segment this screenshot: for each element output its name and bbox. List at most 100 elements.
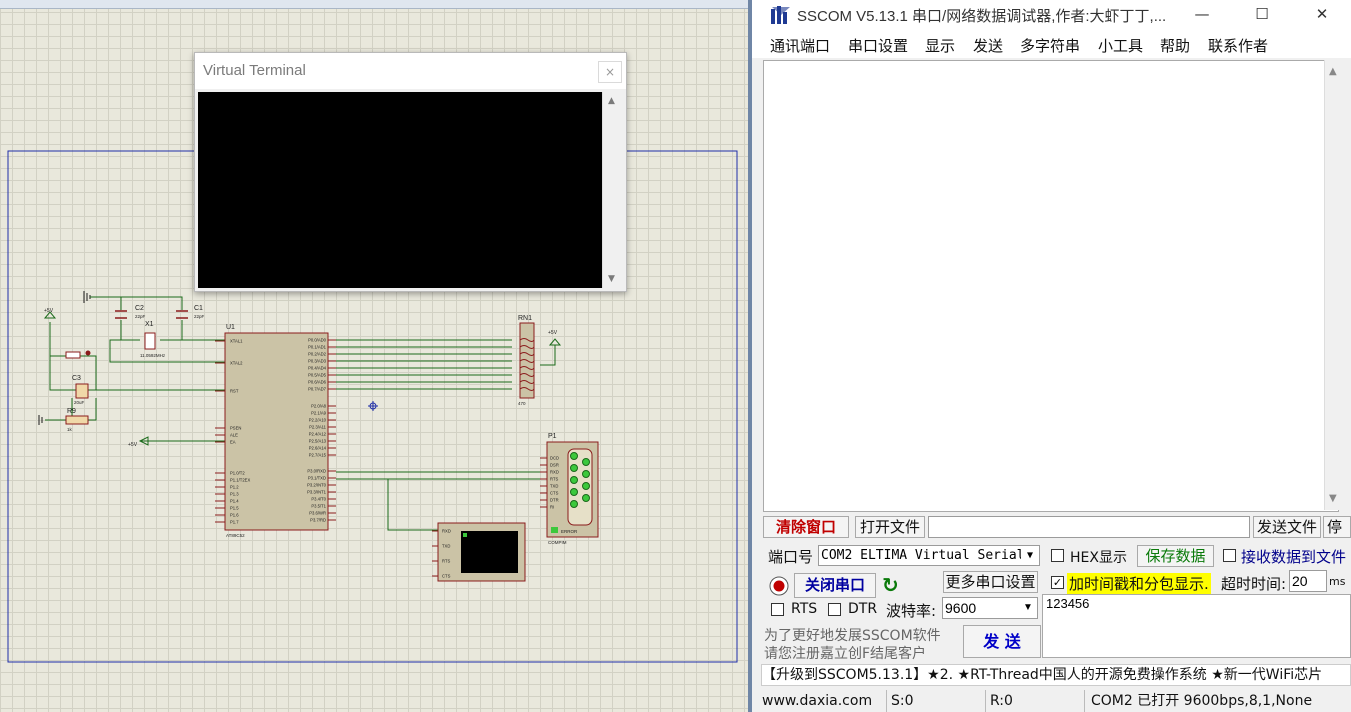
scroll-up-icon[interactable]: ▲ <box>608 96 615 106</box>
send-file-button[interactable]: 发送文件 <box>1253 516 1321 538</box>
timeout-input[interactable]: 20 <box>1289 570 1327 592</box>
u1-pin-label: P3.2/INT0 <box>307 483 327 488</box>
u1-pin-label: P2.7/A15 <box>309 453 327 458</box>
maximize-icon[interactable]: ☐ <box>1246 3 1278 25</box>
scroll-up-icon[interactable]: ▲ <box>1329 66 1337 77</box>
u1-pin-label: RST <box>230 389 239 394</box>
recv-to-file-checkbox[interactable] <box>1223 549 1236 562</box>
menu-item-send[interactable]: 发送 <box>973 35 1003 56</box>
c1-label: C1 <box>194 305 203 312</box>
p1-pin-label: DTR <box>550 498 559 503</box>
chevron-down-icon[interactable]: ▼ <box>1021 546 1039 565</box>
port-label: 端口号 <box>768 548 814 566</box>
save-data-button[interactable]: 保存数据 <box>1137 545 1214 567</box>
r9-value: 1k <box>67 427 73 432</box>
capacitor-c2 <box>115 310 127 319</box>
news-ticker[interactable]: 【升级到SSCOM5.13.1】★2. ★RT-Thread中国人的开源免费操作… <box>761 664 1351 686</box>
stop-button[interactable]: 停 <box>1323 516 1351 538</box>
menu-item-contact[interactable]: 联系作者 <box>1208 35 1268 56</box>
u1-part: AT89C52 <box>226 533 245 538</box>
u1-label: U1 <box>226 324 235 331</box>
sscom-titlebar[interactable]: SSCOM V5.13.1 串口/网络数据调试器,作者:大虾丁丁,... — ☐… <box>752 0 1351 30</box>
close-window-icon[interactable]: ✕ <box>1306 3 1338 25</box>
u1-pin-label: P1.6 <box>230 513 239 518</box>
scroll-down-icon[interactable]: ▼ <box>1329 493 1337 504</box>
menu-item-serial-settings[interactable]: 串口设置 <box>848 35 908 56</box>
scroll-down-icon[interactable]: ▼ <box>608 274 615 284</box>
u1-pin-label: P2.2/A10 <box>309 418 327 423</box>
p1-part: COMPIM <box>548 540 567 545</box>
timestamp-checkbox[interactable]: ✓ <box>1051 576 1064 589</box>
vcc-label-1: +5V <box>44 308 54 314</box>
u1-pin-label: P3.5/T1 <box>311 504 326 509</box>
port-status-icon <box>769 576 789 596</box>
hex-display-checkbox[interactable] <box>1051 549 1064 562</box>
u1-pin-label: P0.4/AD4 <box>308 366 327 371</box>
refresh-icon[interactable]: ↻ <box>882 573 899 597</box>
u1-pin-label: P0.2/AD2 <box>308 352 327 357</box>
origin-marker <box>368 401 378 411</box>
c2-value: 22pF <box>135 314 146 319</box>
x1-value: 11.0592MHz <box>140 353 166 358</box>
status-website[interactable]: www.daxia.com <box>762 690 887 712</box>
sscom-logo-icon <box>771 6 790 24</box>
u1-pin-label: P0.6/AD6 <box>308 380 327 385</box>
send-text-area[interactable]: 123456 <box>1042 594 1351 658</box>
status-port: COM2 已打开 9600bps,8,1,None <box>1091 693 1313 709</box>
u1-pin-label: P2.1/A9 <box>311 411 327 416</box>
close-port-button[interactable]: 关闭串口 <box>794 573 876 598</box>
promo-line-1: 为了更好地发展SSCOM软件 <box>764 628 941 644</box>
menu-item-multi-string[interactable]: 多字符串 <box>1020 35 1080 56</box>
vcc-label-3: +5V <box>128 442 138 448</box>
baud-value: 9600 <box>945 600 977 616</box>
file-path-input[interactable] <box>928 516 1250 538</box>
menu-item-help[interactable]: 帮助 <box>1160 35 1190 56</box>
virtual-terminal-screen[interactable] <box>198 92 602 288</box>
virtual-terminal-scrollbar[interactable]: ▲ ▼ <box>602 92 623 288</box>
ground-symbol-top <box>83 291 91 303</box>
u1-pin-label: P0.0/AD0 <box>308 338 327 343</box>
u1-pin-label: XTAL1 <box>230 339 243 344</box>
u1-pin-label: P1.2 <box>230 485 239 490</box>
p1-pin-label: CTS <box>550 491 559 496</box>
more-settings-button[interactable]: 更多串口设置 <box>943 571 1038 593</box>
menu-item-display[interactable]: 显示 <box>925 35 955 56</box>
u1-pin-label: P0.5/AD5 <box>308 373 327 378</box>
close-icon[interactable]: × <box>598 61 622 83</box>
u1-pin-label: ALE <box>230 433 238 438</box>
rts-label: RTS <box>791 601 818 617</box>
r9-label: R9 <box>67 408 76 415</box>
u1-pin-label: EA <box>230 440 236 445</box>
chevron-down-icon[interactable]: ▼ <box>1019 598 1037 618</box>
u1-pin-label: P1.7 <box>230 520 239 525</box>
port-select[interactable]: COM2 ELTIMA Virtual Serial ▼ <box>818 545 1040 566</box>
dtr-checkbox[interactable] <box>828 603 841 616</box>
x1-label: X1 <box>145 321 154 328</box>
c3-value: 20uF <box>74 400 85 405</box>
rts-checkbox[interactable] <box>771 603 784 616</box>
clear-window-button[interactable]: 清除窗口 <box>763 516 849 538</box>
rn1-label: RN1 <box>518 315 532 322</box>
virtual-terminal-titlebar[interactable]: Virtual Terminal × <box>195 53 626 89</box>
send-button[interactable]: 发 送 <box>963 625 1041 658</box>
p1-pin-label: DCD <box>550 456 559 461</box>
baud-select[interactable]: 9600 ▼ <box>942 597 1038 619</box>
receive-area[interactable] <box>763 60 1339 512</box>
minimize-icon[interactable]: — <box>1186 3 1218 25</box>
vcc-label-2: +5V <box>548 330 558 336</box>
menu-item-tools[interactable]: 小工具 <box>1098 35 1143 56</box>
menu-item-port[interactable]: 通讯端口 <box>770 35 830 56</box>
vt-pin-label: TXD <box>442 544 450 549</box>
sscom-window: SSCOM V5.13.1 串口/网络数据调试器,作者:大虾丁丁,... — ☐… <box>752 0 1351 712</box>
u1-pin-label: P0.1/AD1 <box>308 345 327 350</box>
virtual-terminal-window: Virtual Terminal × ▲ ▼ <box>194 52 627 292</box>
u1-pin-label: P1.4 <box>230 499 239 504</box>
timeout-unit: ms <box>1329 575 1346 588</box>
u1-pin-label: P1.0/T2 <box>230 471 245 476</box>
u1-pin-label: P0.7/AD7 <box>308 387 327 392</box>
receive-scrollbar[interactable]: ▲ ▼ <box>1324 60 1342 510</box>
virtual-terminal-title: Virtual Terminal <box>203 62 306 79</box>
p1-label: P1 <box>548 433 557 440</box>
open-file-button[interactable]: 打开文件 <box>855 516 925 538</box>
vt-pin-label: RXD <box>442 529 451 534</box>
